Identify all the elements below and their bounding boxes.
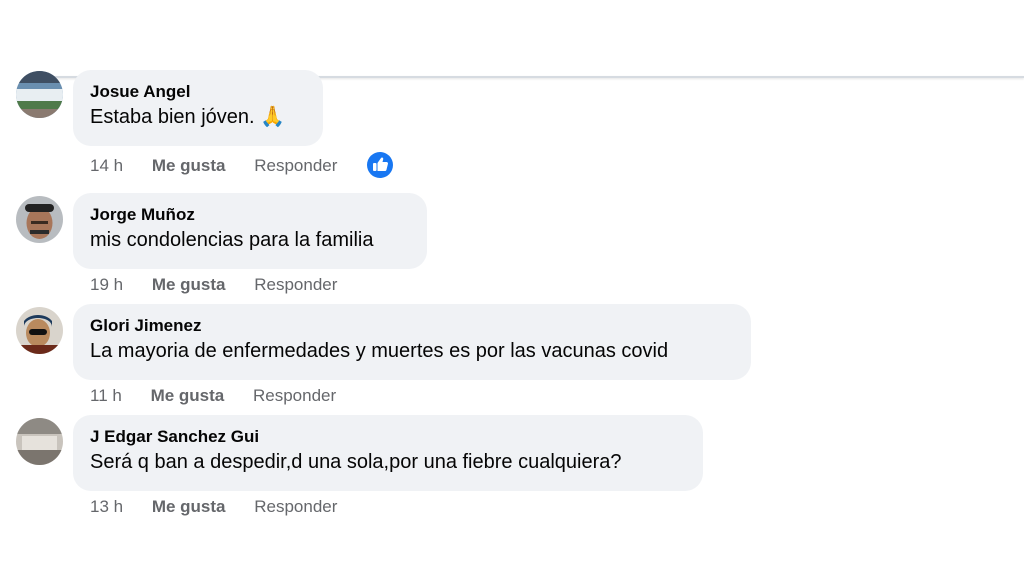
comment-author[interactable]: Josue Angel: [90, 81, 306, 103]
comment-text: Será q ban a despedir,d una sola,por una…: [90, 451, 622, 473]
comment-bubble: Glori Jimenez La mayoria de enfermedades…: [73, 304, 751, 380]
like-icon[interactable]: [366, 151, 394, 179]
reply-button[interactable]: Responder: [254, 273, 337, 297]
avatar[interactable]: [16, 196, 63, 243]
comment-actions: 14 h Me gusta Responder: [90, 154, 361, 178]
avatar[interactable]: [16, 418, 63, 465]
comment-time[interactable]: 19 h: [90, 273, 123, 297]
comment-bubble: Jorge Muñoz mis condolencias para la fam…: [73, 193, 427, 269]
like-button[interactable]: Me gusta: [152, 154, 226, 178]
like-button[interactable]: Me gusta: [152, 495, 226, 519]
reply-button[interactable]: Responder: [253, 384, 336, 408]
comment-author[interactable]: Glori Jimenez: [90, 315, 734, 337]
comment-bubble: Josue Angel Estaba bien jóven. 🙏: [73, 70, 323, 146]
comment-time[interactable]: 14 h: [90, 154, 123, 178]
comment-bubble: J Edgar Sanchez Gui Será q ban a despedi…: [73, 415, 703, 491]
comment-text: La mayoria de enfermedades y muertes es …: [90, 340, 669, 362]
comment-author[interactable]: J Edgar Sanchez Gui: [90, 426, 686, 448]
comment-time[interactable]: 13 h: [90, 495, 123, 519]
like-button[interactable]: Me gusta: [152, 273, 226, 297]
comment-text: Estaba bien jóven. 🙏: [90, 106, 286, 128]
comment-actions: 11 h Me gusta Responder: [90, 384, 360, 408]
comment-author[interactable]: Jorge Muñoz: [90, 204, 410, 226]
comment-actions: 13 h Me gusta Responder: [90, 495, 361, 519]
comment-time[interactable]: 11 h: [90, 384, 122, 408]
reply-button[interactable]: Responder: [254, 495, 337, 519]
comment-actions: 19 h Me gusta Responder: [90, 273, 361, 297]
reply-button[interactable]: Responder: [254, 154, 337, 178]
comment-text: mis condolencias para la familia: [90, 229, 374, 251]
avatar[interactable]: [16, 307, 63, 354]
like-button[interactable]: Me gusta: [151, 384, 225, 408]
avatar[interactable]: [16, 71, 63, 118]
